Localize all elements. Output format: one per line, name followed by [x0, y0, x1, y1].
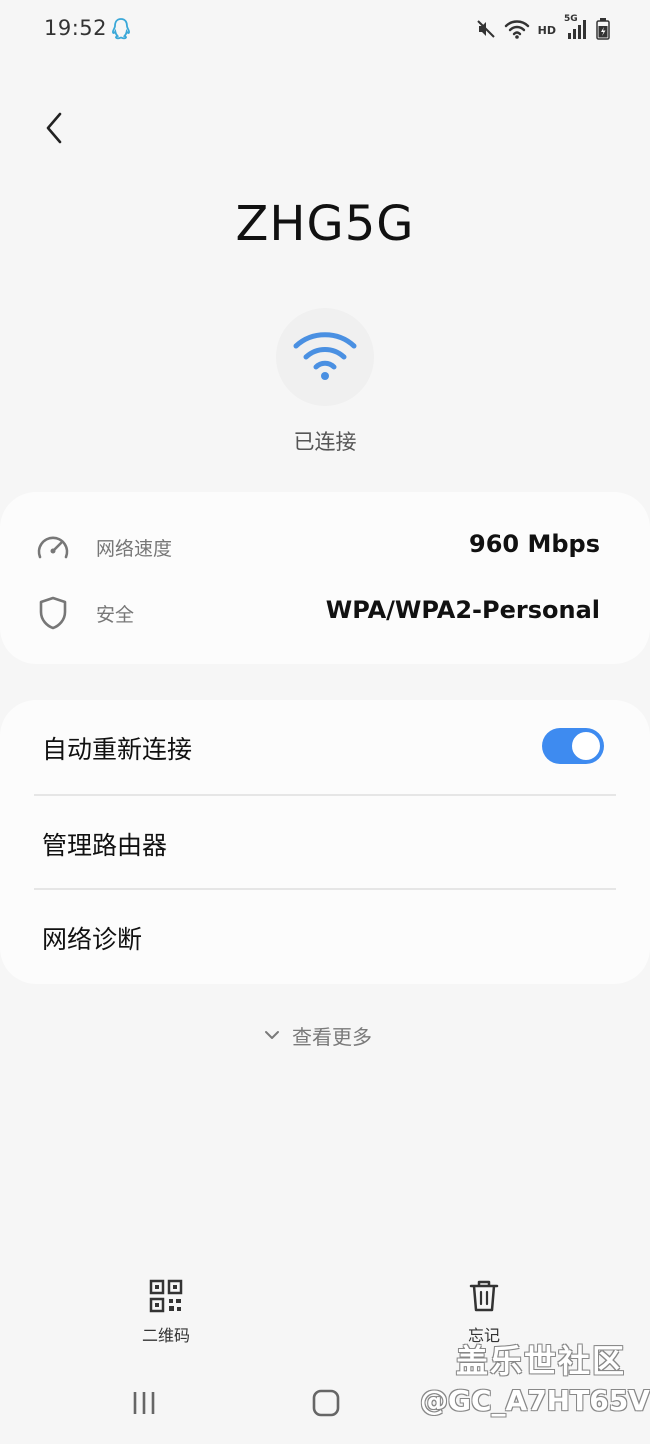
setting-network-diagnosis[interactable]: 网络诊断 — [0, 890, 650, 984]
wifi-details-screen: 19:52 HD 5G ZHG5G 已连接 网络速度 960 Mbps 安全 W… — [0, 0, 650, 1444]
status-icons: HD 5G — [476, 14, 610, 42]
back-button[interactable] — [30, 104, 78, 152]
network-type-label: 5G — [564, 14, 578, 24]
chevron-left-icon — [46, 112, 62, 144]
network-name: ZHG5G — [235, 196, 415, 252]
toggle-knob — [570, 730, 602, 762]
info-row-security: 安全 WPA/WPA2-Personal — [0, 584, 650, 640]
qq-icon — [110, 17, 132, 41]
status-bar: 19:52 HD 5G — [0, 0, 650, 60]
see-more-label: 查看更多 — [292, 1024, 372, 1049]
mute-icon — [476, 19, 496, 39]
recents-button[interactable] — [120, 1386, 168, 1420]
signal-icon: 5G — [564, 14, 588, 41]
info-value-speed: 960 Mbps — [469, 530, 600, 558]
chevron-down-icon — [265, 1031, 279, 1039]
wifi-status-badge — [276, 308, 374, 406]
speedometer-icon — [34, 528, 72, 566]
hd-icon: HD — [537, 23, 556, 37]
settings-card: 自动重新连接 管理路由器 网络诊断 — [0, 700, 650, 984]
info-label-security: 安全 — [96, 604, 135, 626]
info-label-speed: 网络速度 — [96, 538, 173, 560]
network-diagnosis-label: 网络诊断 — [42, 925, 143, 954]
battery-icon — [596, 18, 610, 40]
recents-icon — [133, 1392, 155, 1414]
watermark-title: 盖乐世社区 — [456, 1342, 627, 1380]
qr-code-label: 二维码 — [141, 1326, 190, 1345]
setting-manage-router[interactable]: 管理路由器 — [0, 796, 650, 890]
home-icon — [312, 1389, 340, 1417]
manage-router-label: 管理路由器 — [42, 831, 168, 860]
auto-reconnect-toggle[interactable] — [542, 728, 604, 764]
setting-auto-reconnect[interactable]: 自动重新连接 — [0, 700, 650, 794]
info-value-security: WPA/WPA2-Personal — [325, 596, 600, 624]
home-button[interactable] — [302, 1386, 350, 1420]
connection-status: 已连接 — [293, 430, 357, 454]
auto-reconnect-label: 自动重新连接 — [42, 735, 193, 764]
wifi-icon — [293, 332, 357, 380]
qr-code-button[interactable]: 二维码 — [106, 1276, 226, 1346]
wifi-icon — [504, 18, 530, 40]
qr-code-icon — [148, 1278, 184, 1314]
shield-icon — [34, 594, 72, 632]
status-time: 19:52 — [44, 16, 108, 40]
info-row-speed: 网络速度 960 Mbps — [0, 518, 650, 574]
watermark-user: @GC_A7HT65V — [420, 1384, 650, 1417]
trash-icon — [466, 1278, 502, 1314]
see-more-button[interactable]: 查看更多 — [264, 1018, 372, 1052]
network-info-card: 网络速度 960 Mbps 安全 WPA/WPA2-Personal — [0, 492, 650, 664]
